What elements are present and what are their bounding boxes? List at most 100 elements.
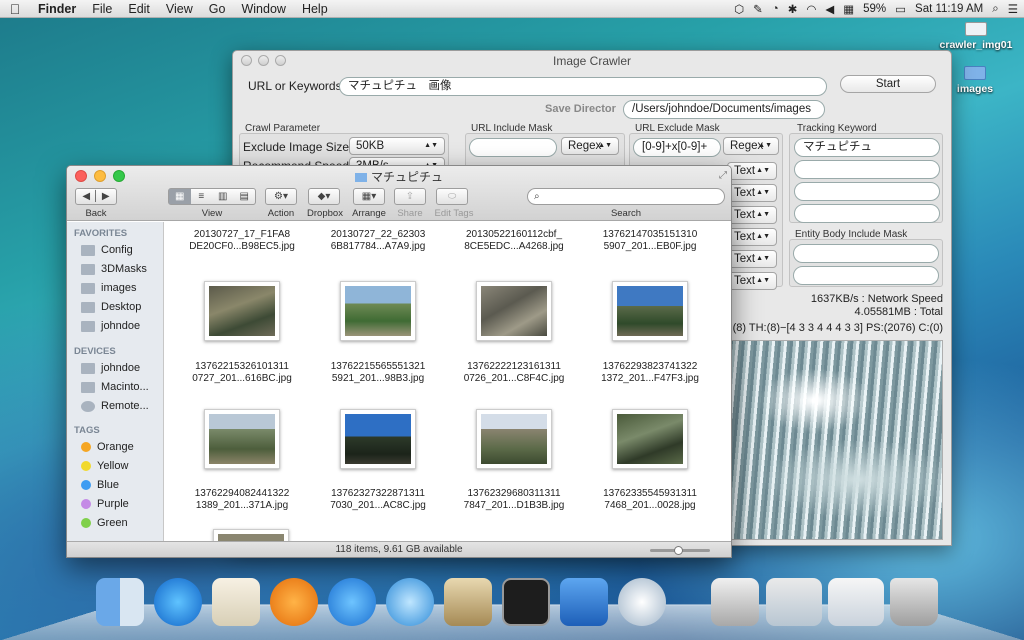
tracking-keyword-input-2[interactable] <box>794 160 940 179</box>
sidebar-item-3dmasks[interactable]: 3DMasks <box>81 260 147 278</box>
notification-center-icon[interactable]: ☰ <box>1008 2 1018 16</box>
menu-app-finder[interactable]: Finder <box>30 2 84 16</box>
icon-view-icon[interactable]: ▦ <box>169 189 191 204</box>
share-button[interactable]: ⇪ <box>394 188 426 205</box>
sidebar-device-remote[interactable]: Remote... <box>81 397 149 415</box>
sidebar-tag-orange[interactable]: Orange <box>81 438 134 456</box>
file-item-name[interactable]: 13762215565551321 5921_201...98B3.jpg <box>313 361 443 385</box>
xcode-dock-icon[interactable] <box>560 578 608 626</box>
zoom-button[interactable] <box>275 55 286 66</box>
menu-go[interactable]: Go <box>201 2 234 16</box>
text-select-2[interactable]: ▲▼ Text <box>727 184 777 202</box>
image-thumbnail[interactable] <box>213 529 289 541</box>
image-thumbnail[interactable] <box>612 409 688 469</box>
battery-percent[interactable]: 59% <box>863 3 886 15</box>
flag-input-icon[interactable]: ▦ <box>843 2 854 16</box>
preview-dock-icon[interactable] <box>444 578 492 626</box>
file-item-name[interactable]: 13762147035151310 5907_201...EB0F.jpg <box>585 229 715 253</box>
menu-edit[interactable]: Edit <box>120 2 158 16</box>
sidebar-tag-blue[interactable]: Blue <box>81 476 119 494</box>
image-thumbnail[interactable] <box>340 409 416 469</box>
include-regex-select[interactable]: ▲▼ Regex <box>561 137 619 155</box>
dropbox-status-icon[interactable]: ⬡ <box>734 2 744 16</box>
sidebar-item-config[interactable]: Config <box>81 241 133 259</box>
image-thumbnail[interactable] <box>476 281 552 341</box>
itunes-dock-icon[interactable] <box>154 578 202 626</box>
tracking-keyword-input-4[interactable] <box>794 204 940 223</box>
dropbox-button[interactable]: ◆▾ <box>308 188 340 205</box>
save-directory-input[interactable]: /Users/johndoe/Documents/images <box>623 100 825 119</box>
tracking-keyword-input-1[interactable]: マチュピチュ <box>794 138 940 157</box>
image-thumbnail[interactable] <box>204 281 280 341</box>
text-select-4[interactable]: ▲▼ Text <box>727 228 777 246</box>
entity-body-input-1[interactable] <box>793 244 939 263</box>
image-thumbnail[interactable] <box>476 409 552 469</box>
image-thumbnail[interactable] <box>204 409 280 469</box>
volume-icon[interactable]: ◀ <box>825 2 834 16</box>
file-item-name[interactable]: 13762222123161311 0726_201...C8F4C.jpg <box>449 361 579 385</box>
tracking-keyword-input-3[interactable] <box>794 182 940 201</box>
file-item-name[interactable]: 20130522160112cbf_ 8CE5EDC...A4268.jpg <box>449 229 579 253</box>
exclude-regex-select[interactable]: ▲▼ Regex <box>723 137 779 155</box>
sidebar-tag-green[interactable]: Green <box>81 514 128 532</box>
minimize-button[interactable] <box>258 55 269 66</box>
list-view-icon[interactable]: ≡ <box>191 189 213 204</box>
sidebar-tag-purple[interactable]: Purple <box>81 495 129 513</box>
coverflow-view-icon[interactable]: ▤ <box>234 189 256 204</box>
maps-dock-icon[interactable] <box>212 578 260 626</box>
sidebar-device-macintosh[interactable]: Macinto... <box>81 378 149 396</box>
fullscreen-icon[interactable]: ⤢ <box>719 170 727 181</box>
window-thumbnail-dock-icon[interactable] <box>766 578 822 626</box>
url-input[interactable]: マチュピチュ 画像 <box>339 77 827 96</box>
notification-icon[interactable]: ◔ <box>772 3 779 15</box>
start-button[interactable]: Start <box>840 75 936 93</box>
image-thumbnail[interactable] <box>612 281 688 341</box>
text-select-1[interactable]: ▲▼ Text <box>727 162 777 180</box>
text-select-3[interactable]: ▲▼ Text <box>727 206 777 224</box>
menu-help[interactable]: Help <box>294 2 336 16</box>
apple-menu-icon[interactable]:  <box>0 1 30 17</box>
menu-window[interactable]: Window <box>233 2 293 16</box>
text-select-5[interactable]: ▲▼ Text <box>727 250 777 268</box>
terminal-dock-icon[interactable] <box>502 578 550 626</box>
bluetooth-icon[interactable]: ✱ <box>788 2 798 16</box>
entity-body-input-2[interactable] <box>793 266 939 285</box>
url-exclude-input[interactable]: [0-9]+x[0-9]+ <box>633 138 721 157</box>
file-item-name[interactable]: 20130727_22_62303 6B817784...A7A9.jpg <box>313 229 443 253</box>
finder-dock-icon[interactable] <box>96 578 144 626</box>
ibooks-dock-icon[interactable] <box>270 578 318 626</box>
icon-size-slider[interactable] <box>650 546 710 555</box>
forward-arrow-icon[interactable]: ▶ <box>102 191 110 202</box>
spotlight-icon[interactable]: ⌕ <box>992 3 998 16</box>
app-store-dock-icon[interactable] <box>328 578 376 626</box>
sidebar-item-desktop[interactable]: Desktop <box>81 298 141 316</box>
script-icon[interactable]: ✎ <box>753 2 763 16</box>
edit-tags-button[interactable]: ⬭ <box>436 188 468 205</box>
safari-dock-icon[interactable] <box>386 578 434 626</box>
image-thumbnail[interactable] <box>340 281 416 341</box>
file-item-name[interactable]: 13762327322871311 7030_201...AC8C.jpg <box>313 488 443 512</box>
file-item-name[interactable]: 13762293823741322 1372_201...F47F3.jpg <box>585 361 715 385</box>
wifi-icon[interactable]: ◠ <box>806 2 816 16</box>
sidebar-item-johndoe[interactable]: johndoe <box>81 317 140 335</box>
action-button[interactable]: ⚙▾ <box>265 188 297 205</box>
disk-utility-dock-icon[interactable] <box>711 578 759 626</box>
sidebar-device-johndoe[interactable]: johndoe <box>81 359 140 377</box>
sidebar-item-images[interactable]: images <box>81 279 136 297</box>
arrange-button[interactable]: ▦▾ <box>353 188 385 205</box>
text-select-6[interactable]: ▲▼ Text <box>727 272 777 290</box>
back-arrow-icon[interactable]: ◀ <box>82 191 90 202</box>
file-item-name[interactable]: 13762294082441322 1389_201...371A.jpg <box>177 488 307 512</box>
menubar-clock[interactable]: Sat 11:19 AM <box>915 3 983 15</box>
network-utility-dock-icon[interactable] <box>618 578 666 626</box>
slider-knob[interactable] <box>674 546 683 555</box>
file-item-name[interactable]: 13762335545931311 7468_201...0028.jpg <box>585 488 715 512</box>
menu-view[interactable]: View <box>158 2 201 16</box>
desktop-icon-crawler-img01[interactable]: crawler_img01 <box>936 22 1016 51</box>
menu-file[interactable]: File <box>84 2 120 16</box>
column-view-icon[interactable]: ▥ <box>212 189 234 204</box>
desktop-icon-images[interactable]: images <box>948 66 1002 95</box>
search-field[interactable]: ⌕ <box>527 188 725 205</box>
back-forward-buttons[interactable]: ◀ │ ▶ <box>75 188 117 205</box>
close-button[interactable] <box>241 55 252 66</box>
